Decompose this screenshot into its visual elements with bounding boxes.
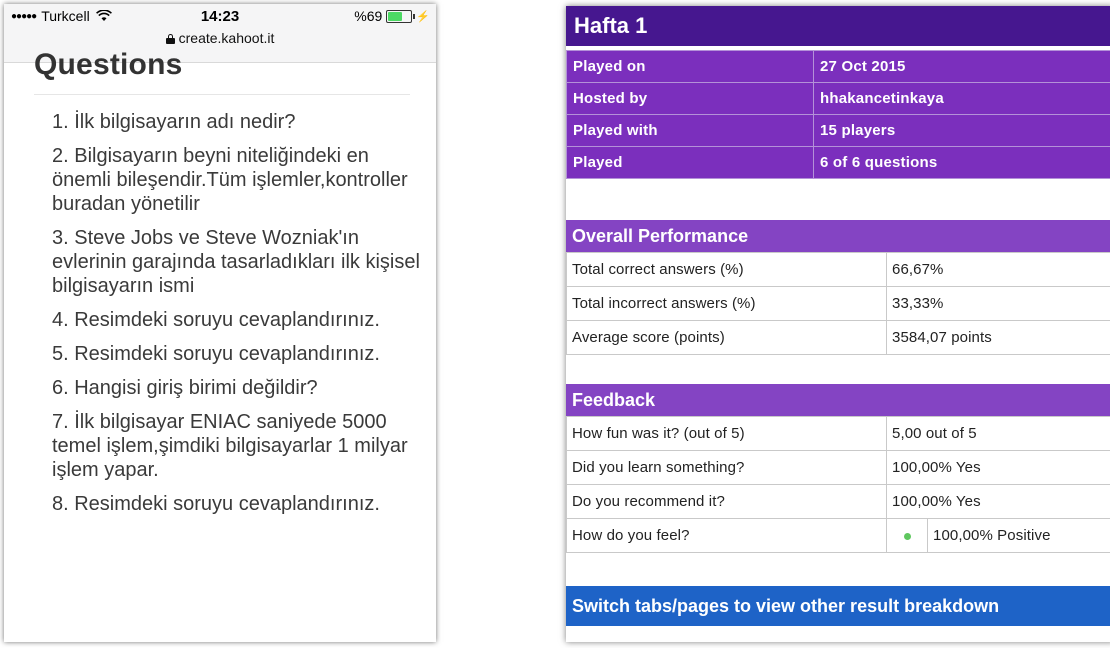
battery-status: %69 ⚡: [354, 8, 430, 24]
feedback-value: 5,00 out of 5: [886, 416, 1110, 451]
info-value: hhakancetinkaya: [813, 82, 1110, 115]
metric-value: 3584,07 points: [886, 320, 1110, 355]
feedback-label: How do you feel?: [566, 518, 887, 553]
feedback-table: How fun was it? (out of 5) 5,00 out of 5D…: [566, 416, 1110, 553]
questions-heading: Questions: [34, 48, 183, 81]
battery-percent: %69: [354, 8, 383, 24]
info-value: 27 Oct 2015: [813, 50, 1110, 83]
question-item: 5. Resimdeki soruyu cevaplandırınız.: [52, 343, 380, 365]
feedback-label: Do you recommend it?: [566, 484, 887, 519]
table-row: Did you learn something? 100,00% Yes: [566, 450, 1110, 485]
info-row: Played with 15 players: [566, 114, 1110, 147]
url-text: create.kahoot.it: [178, 30, 275, 46]
info-label: Played: [566, 146, 814, 179]
table-row: Total incorrect answers (%) 33,33%: [566, 286, 1110, 321]
info-row: Played on 27 Oct 2015: [566, 50, 1110, 83]
battery-nub: [413, 13, 416, 19]
overall-performance-heading: Overall Performance: [566, 220, 1110, 252]
info-label: Hosted by: [566, 82, 814, 115]
charging-icon: ⚡: [416, 10, 430, 23]
table-row: Do you recommend it? 100,00% Yes: [566, 484, 1110, 519]
table-row: Average score (points) 3584,07 points: [566, 320, 1110, 355]
game-info-table: Played on 27 Oct 2015 Hosted by hhakancetin…: [566, 50, 1110, 179]
metric-label: Total correct answers (%): [566, 252, 887, 287]
question-item: 1. İlk bilgisayarın adı nedir?: [52, 111, 296, 133]
phone-screenshot: ●●●●● Turkcell 14:23 %69 ⚡ create.kahoot…: [4, 4, 436, 642]
metric-value: 66,67%: [886, 252, 1110, 287]
switch-tabs-banner[interactable]: Switch tabs/pages to view other result b…: [566, 586, 1110, 626]
feedback-heading: Feedback: [566, 384, 1110, 416]
table-row: How do you feel? 100,00% Positive: [566, 518, 1110, 553]
metric-value: 33,33%: [886, 286, 1110, 321]
divider: [34, 94, 410, 95]
feedback-label: Did you learn something?: [566, 450, 887, 485]
question-item: 4. Resimdeki soruyu cevaplandırınız.: [52, 309, 380, 331]
info-label: Played with: [566, 114, 814, 147]
feedback-value: 100,00% Positive: [927, 518, 1110, 553]
lock-icon: [165, 34, 175, 44]
info-row: Played 6 of 6 questions: [566, 146, 1110, 179]
battery-icon: [386, 9, 413, 23]
question-item: 8. Resimdeki soruyu cevaplandırınız.: [52, 493, 380, 515]
info-value: 15 players: [813, 114, 1110, 147]
info-label: Played on: [566, 50, 814, 83]
table-row: How fun was it? (out of 5) 5,00 out of 5: [566, 416, 1110, 451]
overall-performance-table: Total correct answers (%) 66,67% Total inc…: [566, 252, 1110, 355]
question-list: 1. İlk bilgisayarın adı nedir? 2. Bilgisa…: [52, 110, 424, 526]
address-bar[interactable]: create.kahoot.it: [4, 30, 436, 46]
feedback-value: 100,00% Yes: [886, 450, 1110, 485]
question-item: 6. Hangisi giriş birimi değildir?: [52, 377, 318, 399]
kahoot-results-report: Hafta 1 Played on 27 Oct 2015 Hosted by hha…: [566, 6, 1110, 642]
feedback-value: 100,00% Yes: [886, 484, 1110, 519]
info-row: Hosted by hhakancetinkaya: [566, 82, 1110, 115]
question-item: 3. Steve Jobs ve Steve Wozniak'ın evleri…: [52, 227, 420, 297]
table-row: Total correct answers (%) 66,67%: [566, 252, 1110, 287]
question-item: 7. İlk bilgisayar ENIAC saniyede 5000 te…: [52, 411, 408, 481]
feedback-label: How fun was it? (out of 5): [566, 416, 887, 451]
metric-label: Total incorrect answers (%): [566, 286, 887, 321]
smile-icon: [903, 533, 911, 540]
battery-level: [388, 11, 403, 21]
report-title: Hafta 1: [566, 6, 1110, 46]
smile-cell: [886, 518, 928, 553]
info-value: 6 of 6 questions: [813, 146, 1110, 179]
question-item: 2. Bilgisayarın beyni niteliğindeki en ö…: [52, 145, 408, 215]
metric-label: Average score (points): [566, 320, 887, 355]
